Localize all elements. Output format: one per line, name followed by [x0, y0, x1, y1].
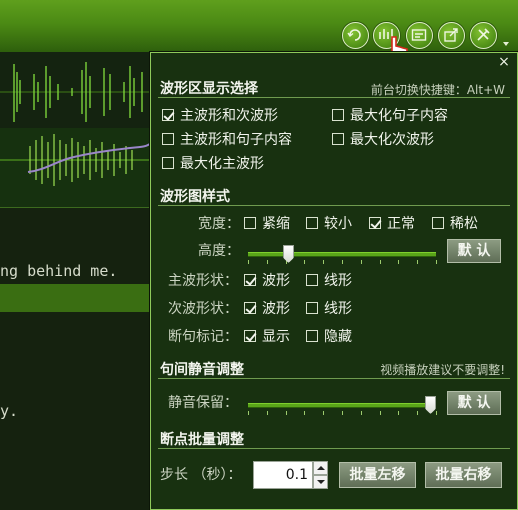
- silence-note: 视频播放建议不要调整!: [380, 363, 505, 377]
- checkbox[interactable]: [332, 133, 344, 145]
- checkbox[interactable]: [162, 133, 174, 145]
- checkbox[interactable]: [244, 217, 256, 229]
- subtitle-icon[interactable]: [406, 22, 433, 49]
- checkbox[interactable]: [306, 330, 318, 342]
- slider-tick: [361, 260, 362, 264]
- batch-right-button[interactable]: 批量右移: [425, 462, 502, 488]
- tools-icon[interactable]: [470, 22, 497, 49]
- subtitle-text-line: ng behind me.: [0, 262, 118, 280]
- slider-thumb[interactable]: [425, 396, 436, 414]
- hotkey-note: 前台切换快捷键：Alt+W: [370, 83, 505, 97]
- checkbox[interactable]: [244, 330, 256, 342]
- waveform-settings-panel: × 波形区显示选择 前台切换快捷键：Alt+W 主波形和次波形 最大化句子内容 …: [150, 52, 518, 510]
- silence-default-button[interactable]: 默 认: [447, 391, 501, 415]
- slider-tick: [267, 260, 268, 264]
- option-maximize-main-waveform[interactable]: 最大化主波形: [162, 156, 264, 172]
- checkbox[interactable]: [332, 109, 344, 121]
- slider-tick: [267, 411, 268, 415]
- slider-tick: [436, 260, 437, 264]
- main-shape-option-wave[interactable]: 波形: [244, 273, 290, 289]
- break-mark-option-show[interactable]: 显示: [244, 329, 290, 345]
- checkbox[interactable]: [306, 217, 318, 229]
- section-divider: [158, 378, 510, 379]
- slider-tick: [436, 411, 437, 415]
- section-title-waveform-style: 波形图样式: [160, 189, 230, 205]
- slider-tick: [417, 260, 418, 264]
- option-main-waveform-and-sentence[interactable]: 主波形和句子内容: [162, 132, 292, 148]
- subtitle-text-line: y.: [0, 402, 19, 420]
- slider-tick: [248, 411, 249, 415]
- slider-tick: [286, 411, 287, 415]
- section-divider: [158, 448, 510, 449]
- sub-shape-option-wave[interactable]: 波形: [244, 301, 290, 317]
- slider-thumb[interactable]: [283, 245, 294, 263]
- checkbox[interactable]: [369, 217, 381, 229]
- slider-tick: [342, 411, 343, 415]
- slider-track[interactable]: [248, 252, 436, 257]
- checkbox[interactable]: [162, 157, 174, 169]
- step-decrement-button[interactable]: [313, 475, 328, 489]
- option-maximize-sentence[interactable]: 最大化句子内容: [332, 108, 448, 124]
- option-maximize-sub-waveform[interactable]: 最大化次波形: [332, 132, 434, 148]
- step-increment-button[interactable]: [313, 461, 328, 475]
- step-input[interactable]: 0.1: [253, 461, 313, 489]
- slider-tick: [417, 411, 418, 415]
- break-mark-option-hide[interactable]: 隐藏: [306, 329, 352, 345]
- batch-left-button[interactable]: 批量左移: [339, 462, 416, 488]
- width-option-small[interactable]: 较小: [306, 216, 352, 232]
- slider-tick: [304, 411, 305, 415]
- main-shape-option-line[interactable]: 线形: [306, 273, 352, 289]
- silence-keep-label: 静音保留：: [168, 395, 238, 411]
- chevron-down-icon[interactable]: [503, 42, 509, 46]
- slider-tick: [361, 411, 362, 415]
- section-title-batch: 断点批量调整: [160, 432, 244, 448]
- step-label: 步长 （秒）：: [160, 467, 242, 483]
- slider-track[interactable]: [248, 403, 436, 408]
- section-title-silence: 句间静音调整: [160, 362, 244, 378]
- export-icon[interactable]: [438, 22, 465, 49]
- slider-tick: [398, 411, 399, 415]
- slider-tick: [323, 411, 324, 415]
- section-title-waveform-display: 波形区显示选择: [160, 81, 258, 97]
- sub-shape-label: 次波形状：: [168, 301, 238, 317]
- checkbox[interactable]: [244, 302, 256, 314]
- break-mark-label: 断句标记：: [168, 329, 238, 345]
- secondary-waveform: [0, 128, 151, 208]
- width-option-compact[interactable]: 紧缩: [244, 216, 290, 232]
- section-divider: [158, 97, 510, 98]
- slider-tick: [380, 411, 381, 415]
- height-default-button[interactable]: 默 认: [447, 239, 501, 263]
- width-label: 宽度：: [198, 216, 240, 232]
- slider-tick: [304, 260, 305, 264]
- height-label: 高度：: [198, 243, 240, 259]
- width-option-normal[interactable]: 正常: [369, 216, 415, 232]
- slider-tick: [380, 260, 381, 264]
- refresh-icon[interactable]: [342, 22, 369, 49]
- checkbox[interactable]: [306, 302, 318, 314]
- checkbox[interactable]: [244, 274, 256, 286]
- close-icon[interactable]: ×: [496, 55, 512, 71]
- slider-tick: [398, 260, 399, 264]
- checkbox[interactable]: [432, 217, 444, 229]
- width-option-loose[interactable]: 稀松: [432, 216, 478, 232]
- main-shape-label: 主波形状：: [168, 273, 238, 289]
- option-main-and-sub-waveform[interactable]: 主波形和次波形: [162, 108, 278, 124]
- checkbox[interactable]: [306, 274, 318, 286]
- slider-tick: [342, 260, 343, 264]
- section-divider: [158, 205, 510, 206]
- slider-tick: [248, 260, 249, 264]
- checkbox[interactable]: [162, 109, 174, 121]
- slider-tick: [323, 260, 324, 264]
- sub-shape-option-line[interactable]: 线形: [306, 301, 352, 317]
